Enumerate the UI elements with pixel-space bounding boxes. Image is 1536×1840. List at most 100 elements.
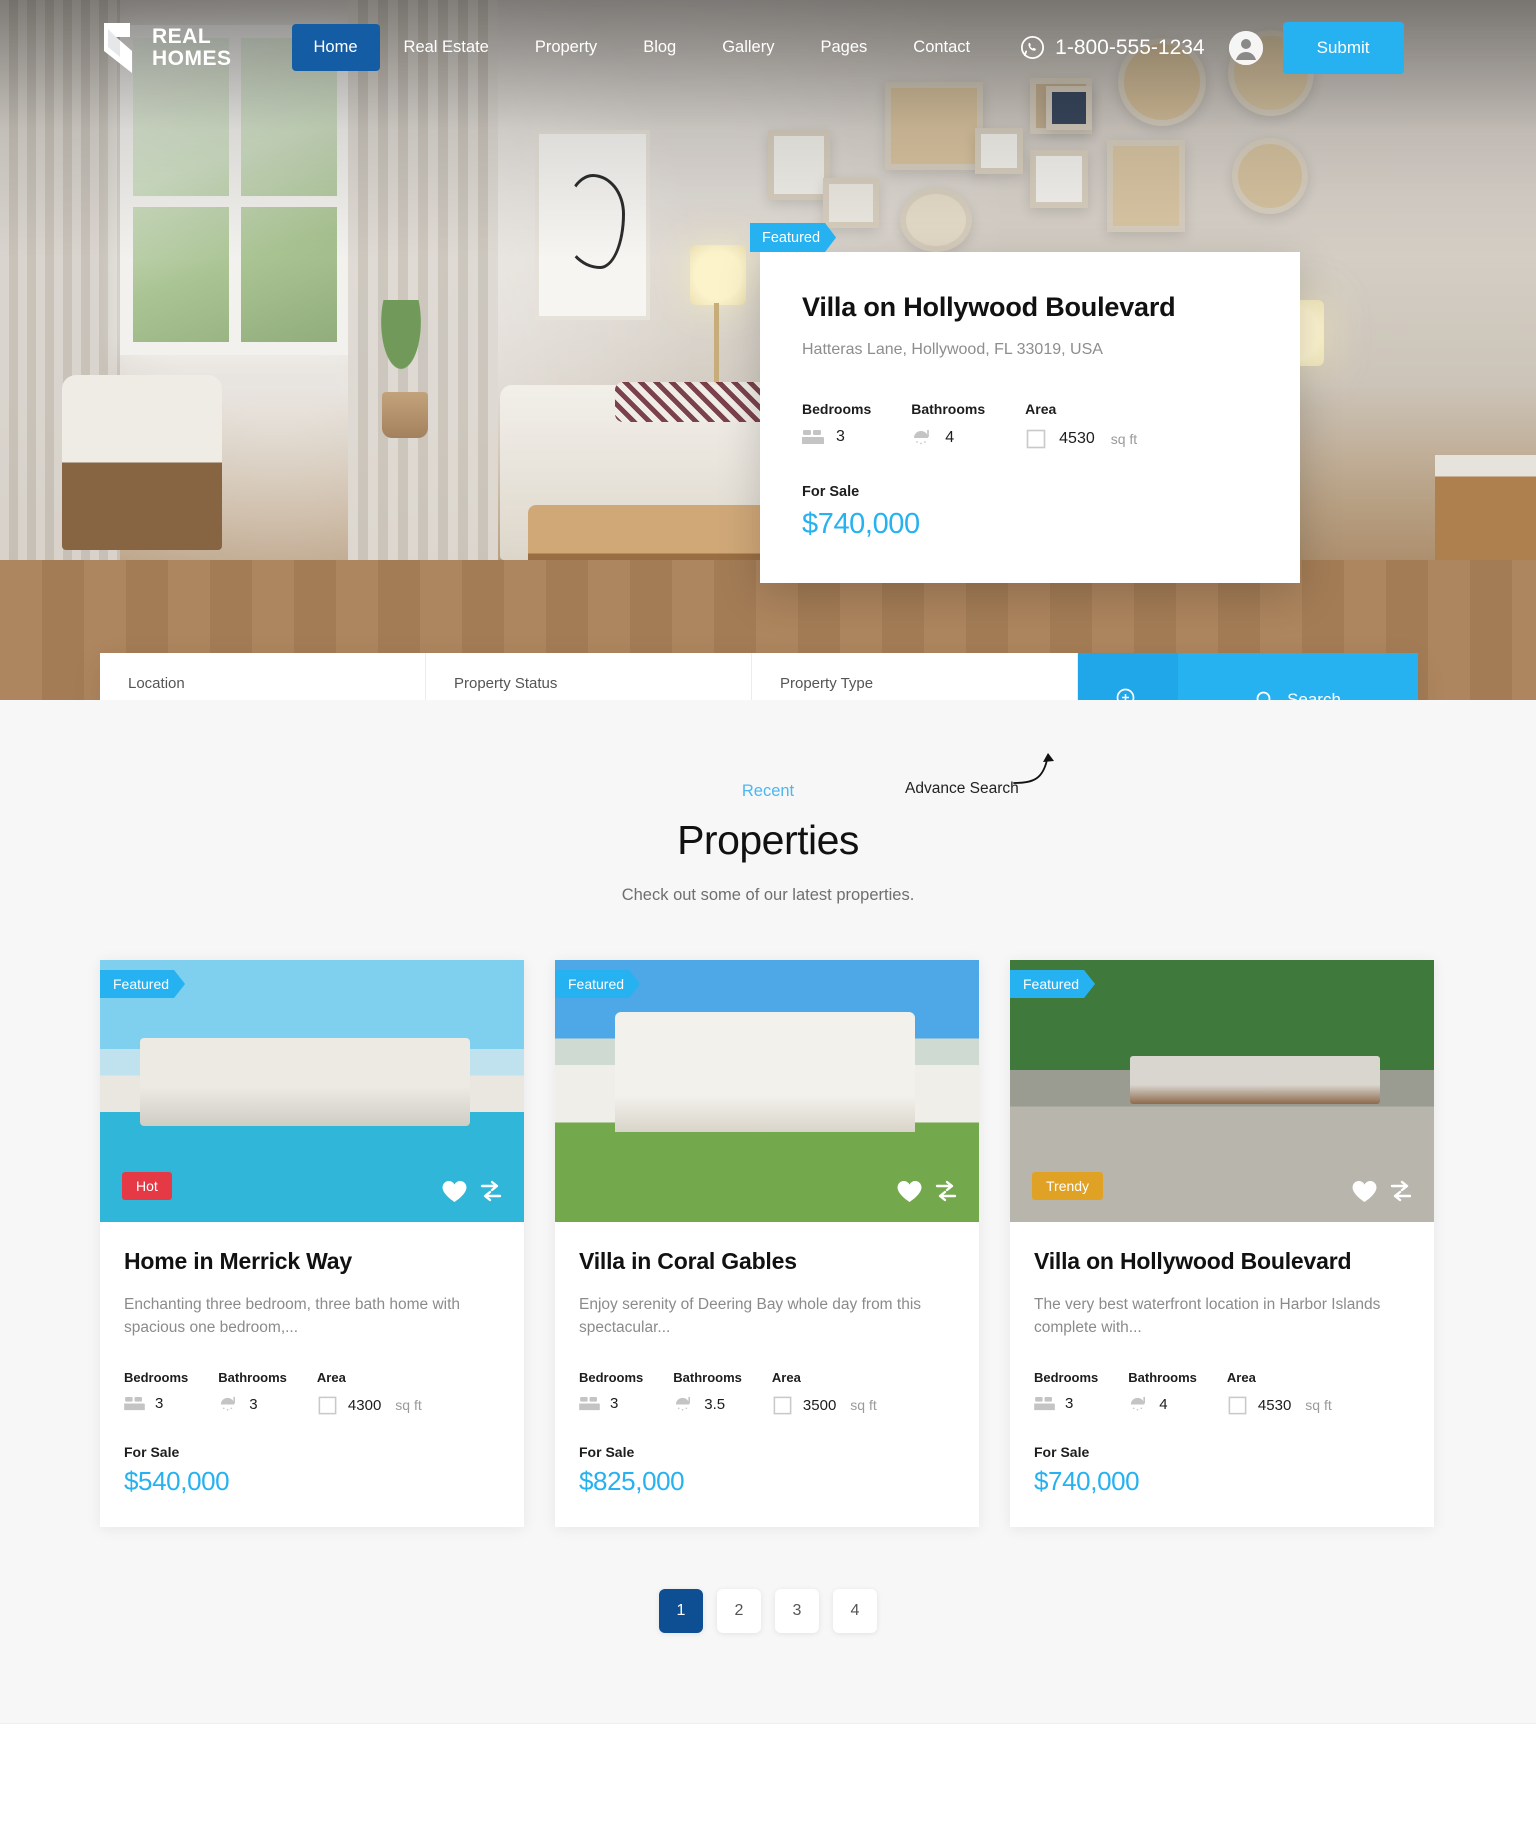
- search-field-property-status[interactable]: Property Status Any: [426, 653, 752, 700]
- favorite-heart-icon[interactable]: [441, 1179, 468, 1204]
- shower-icon: [1128, 1395, 1149, 1414]
- area-icon: [772, 1395, 793, 1416]
- area-icon: [317, 1395, 338, 1416]
- stat-bathrooms-label: Bathrooms: [1128, 1369, 1197, 1385]
- favorite-heart-icon[interactable]: [1351, 1179, 1378, 1204]
- nav-item-property[interactable]: Property: [513, 24, 619, 71]
- section-subtitle: Check out some of our latest properties.: [621, 886, 915, 904]
- bed-icon: [124, 1396, 145, 1411]
- area-icon: [1227, 1395, 1248, 1416]
- pagination-page-1[interactable]: 1: [659, 1588, 703, 1633]
- stat-area-label: Area: [1226, 1369, 1256, 1385]
- shower-icon: [911, 428, 933, 448]
- stat-bedrooms-label: Bedrooms: [124, 1369, 189, 1385]
- logo-line-1: REAL: [152, 24, 212, 48]
- property-description: The very best waterfront location in Har…: [1034, 1296, 1381, 1337]
- stat-bathrooms: Bathrooms: [673, 1370, 742, 1416]
- stat-bathrooms-label: Bathrooms: [911, 401, 986, 417]
- advance-search-annotation-label: Advance Search: [905, 780, 1019, 797]
- featured-ribbon: Featured: [100, 970, 185, 998]
- stat-bedrooms: Bedrooms 3: [802, 401, 871, 450]
- hero-card-stats: Bedrooms 3 Bathrooms 4 Area 4530 sq ft: [802, 401, 1258, 450]
- property-stats: Bedrooms 3: [579, 1370, 955, 1416]
- property-status: For Sale: [579, 1443, 635, 1460]
- page-title: Properties: [677, 817, 859, 863]
- stat-area: Area 4300 sq ft: [317, 1370, 422, 1416]
- pagination-page-4[interactable]: 4: [833, 1588, 877, 1633]
- stat-bathrooms-value: 4: [945, 429, 955, 446]
- hero-card-address: Hatteras Lane, Hollywood, FL 33019, USA: [802, 341, 1103, 358]
- stat-bedrooms: Bedrooms 3: [579, 1370, 643, 1416]
- submit-button[interactable]: Submit: [1282, 21, 1404, 74]
- property-card[interactable]: Featured Trendy Villa on Hollywood Boule…: [1010, 960, 1434, 1527]
- stat-bathrooms-value-row: 3: [218, 1395, 287, 1414]
- property-card-body: Home in Merrick Way Enchanting three bed…: [100, 1222, 524, 1527]
- advance-search-button[interactable]: [1078, 653, 1178, 700]
- section-eyebrow: Recent: [741, 782, 795, 800]
- compare-arrows-icon[interactable]: [478, 1178, 504, 1204]
- nav-item-home[interactable]: Home: [291, 24, 380, 71]
- stat-bedrooms: Bedrooms 3: [124, 1370, 188, 1416]
- property-status-label: Property Status: [454, 675, 558, 692]
- stat-bathrooms-value-row: 4: [1128, 1395, 1197, 1414]
- property-photo[interactable]: [555, 960, 979, 1222]
- stat-area: Area 4530 sq ft: [1025, 401, 1137, 450]
- logo-text: REAL HOMES: [152, 24, 232, 70]
- nav-item-pages[interactable]: Pages: [798, 24, 889, 71]
- stat-bedrooms-value: 3: [610, 1394, 619, 1412]
- nav-item-real-estate[interactable]: Real Estate: [382, 24, 511, 71]
- stat-bathrooms-value: 4: [1159, 1395, 1168, 1413]
- property-status: For Sale: [124, 1443, 180, 1460]
- location-label: Location: [128, 675, 185, 692]
- phone-number: 1-800-555-1234: [1055, 35, 1205, 59]
- area-icon: [1025, 428, 1047, 450]
- property-stats: Bedrooms 3: [124, 1370, 500, 1416]
- property-card[interactable]: Featured Villa in Coral Gables Enjoy ser…: [555, 960, 979, 1527]
- stat-bedrooms-label: Bedrooms: [579, 1369, 644, 1385]
- stat-bedrooms-value: 3: [836, 428, 845, 445]
- property-card[interactable]: Featured Hot Home in Merrick Way Enchant…: [100, 960, 524, 1527]
- stat-area-value-row: 3500 sq ft: [772, 1395, 877, 1416]
- stat-bathrooms-value: 3.5: [704, 1395, 726, 1413]
- stat-bedrooms-value-row: 3: [802, 428, 871, 446]
- stat-area-label: Area: [771, 1369, 801, 1385]
- stat-area-value-row: 4300 sq ft: [317, 1395, 422, 1416]
- pagination-page-3[interactable]: 3: [775, 1588, 819, 1633]
- search-field-property-type[interactable]: Property Type All Types: [752, 653, 1078, 700]
- favorite-heart-icon[interactable]: [896, 1179, 923, 1204]
- stat-bedrooms: Bedrooms 3: [1034, 1370, 1098, 1416]
- nav-item-contact[interactable]: Contact: [891, 24, 992, 71]
- status-badge: Hot: [122, 1172, 172, 1200]
- pagination-page-2[interactable]: 2: [717, 1588, 761, 1633]
- featured-ribbon: Featured: [555, 970, 640, 998]
- hero-section: REAL HOMES Home Real Estate Property Blo…: [0, 0, 1536, 700]
- hero-card-status: For Sale: [802, 484, 860, 500]
- bed-icon: [802, 429, 824, 445]
- stat-area: Area 4530 sq ft: [1227, 1370, 1332, 1416]
- property-title[interactable]: Home in Merrick Way: [124, 1248, 500, 1275]
- compare-arrows-icon[interactable]: [933, 1178, 959, 1204]
- nav-item-blog[interactable]: Blog: [621, 24, 698, 71]
- stat-bathrooms: Bathrooms 4: [911, 401, 985, 450]
- property-photo[interactable]: Trendy: [1010, 960, 1434, 1222]
- shower-icon: [218, 1395, 239, 1414]
- property-description: Enjoy serenity of Deering Bay whole day …: [579, 1296, 922, 1337]
- stat-area-value-row: 4530 sq ft: [1025, 428, 1137, 450]
- search-field-location[interactable]: Location All Locations: [100, 653, 426, 700]
- nav-item-gallery[interactable]: Gallery: [700, 24, 796, 71]
- stat-area-unit: sq ft: [395, 1397, 422, 1413]
- property-stats: Bedrooms 3: [1034, 1370, 1410, 1416]
- property-title[interactable]: Villa in Coral Gables: [579, 1248, 955, 1275]
- logo[interactable]: REAL HOMES: [100, 21, 232, 75]
- property-photo[interactable]: Hot: [100, 960, 524, 1222]
- phone-link[interactable]: 1-800-555-1234: [1020, 35, 1205, 60]
- compare-arrows-icon[interactable]: [1388, 1178, 1414, 1204]
- footer-strip: [0, 1722, 1536, 1815]
- search-button[interactable]: Search: [1178, 653, 1418, 700]
- search-button-label: Search: [1287, 689, 1341, 701]
- property-card-body: Villa on Hollywood Boulevard The very be…: [1010, 1222, 1434, 1527]
- stat-area-label: Area: [316, 1369, 346, 1385]
- hero-featured-property-card[interactable]: Featured Villa on Hollywood Boulevard Ha…: [760, 252, 1300, 583]
- property-title[interactable]: Villa on Hollywood Boulevard: [1034, 1248, 1410, 1275]
- user-account-icon[interactable]: [1228, 30, 1263, 65]
